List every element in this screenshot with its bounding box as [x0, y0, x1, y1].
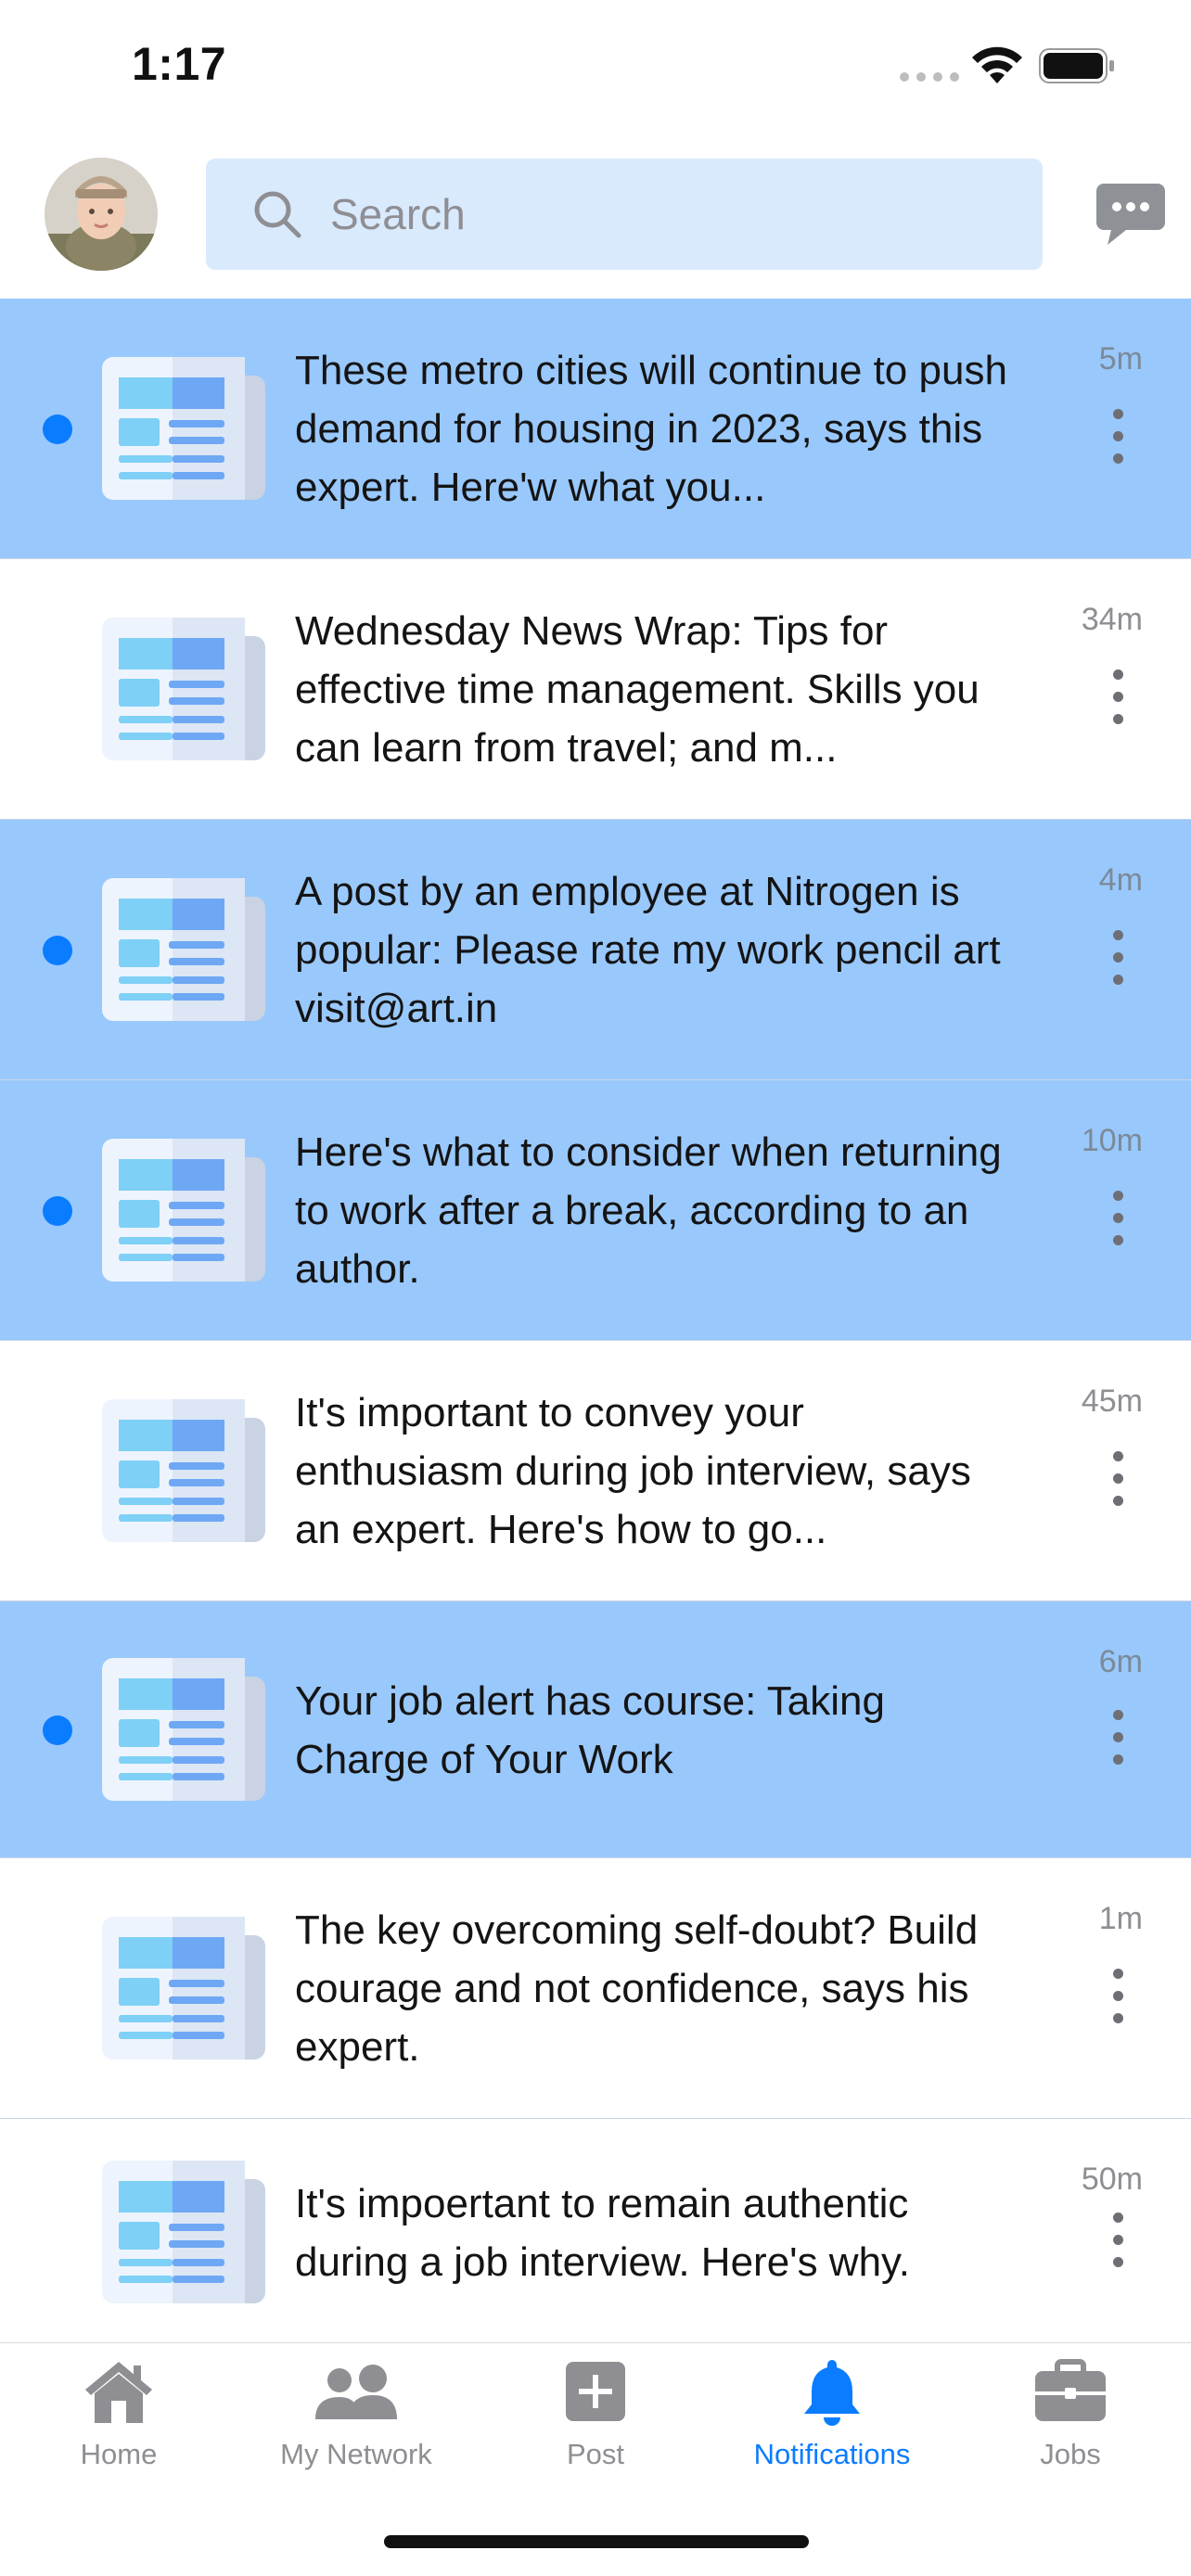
notification-time: 5m — [1098, 341, 1143, 376]
notification-item[interactable]: It's important to convey your enthusiasm… — [0, 1341, 1191, 1601]
notification-time: 1m — [1098, 1901, 1143, 1936]
notification-item[interactable]: Wednesday News Wrap: Tips for effective … — [0, 559, 1191, 820]
tab-notifications[interactable]: Notifications — [739, 2358, 925, 2471]
notification-item[interactable]: It's impoertant to remain authentic duri… — [0, 2119, 1191, 2347]
tab-jobs-label: Jobs — [1040, 2438, 1101, 2470]
more-options-icon[interactable] — [1104, 1968, 1132, 2028]
notifications-list: These metro cities will continue to push… — [0, 299, 1191, 2347]
notification-text-content: It's impoertant to remain authentic duri… — [295, 2181, 911, 2285]
notification-text-content: Wednesday News Wrap: Tips for effective … — [295, 608, 980, 771]
notification-text-content: It's important to convey your enthusiasm… — [295, 1390, 971, 1552]
notification-text: A post by an employee at Nitrogen is pop… — [295, 862, 1018, 1038]
home-icon — [85, 2362, 152, 2423]
top-bar — [0, 139, 1191, 299]
notification-item[interactable]: The key overcoming self-doubt? Build cou… — [0, 1858, 1191, 2119]
more-options-icon[interactable] — [1104, 929, 1132, 989]
notification-time: 50m — [1081, 2162, 1143, 2197]
tab-post-label: Post — [566, 2438, 625, 2470]
newspaper-icon — [98, 874, 269, 1027]
notification-item[interactable]: These metro cities will continue to push… — [0, 299, 1191, 559]
more-options-icon[interactable] — [1104, 1450, 1132, 1511]
unread-dot — [43, 935, 72, 965]
tab-jobs[interactable]: Jobs — [978, 2358, 1163, 2471]
search-input[interactable] — [330, 189, 1035, 239]
newspaper-icon — [98, 1913, 269, 2065]
tab-my-network-label: My Network — [280, 2438, 432, 2470]
newspaper-icon — [98, 2157, 269, 2309]
bell-icon — [804, 2360, 860, 2426]
status-bar: 1:17 — [0, 0, 1191, 139]
wifi-icon — [972, 46, 1022, 83]
tab-notifications-label: Notifications — [753, 2438, 911, 2470]
notification-text: The key overcoming self-doubt? Build cou… — [295, 1901, 1018, 2076]
notification-text: It's important to convey your enthusiasm… — [295, 1384, 1018, 1559]
notification-time: 6m — [1098, 1644, 1143, 1679]
tab-home[interactable]: Home — [26, 2358, 211, 2471]
tab-my-network[interactable]: My Network — [263, 2358, 449, 2471]
unread-dot — [43, 414, 72, 444]
newspaper-icon — [98, 1135, 269, 1287]
tab-home-label: Home — [80, 2438, 158, 2470]
newspaper-icon — [98, 1396, 269, 1548]
notification-item[interactable]: Here's what to consider when returning t… — [0, 1080, 1191, 1341]
search-bar[interactable] — [206, 159, 1043, 270]
notification-time: 10m — [1081, 1123, 1143, 1158]
cellular-signal-icon — [900, 72, 959, 82]
notification-text: These metro cities will continue to push… — [295, 341, 1018, 516]
notification-text: Wednesday News Wrap: Tips for effective … — [295, 602, 1018, 777]
notification-time: 45m — [1081, 1384, 1143, 1419]
home-indicator — [384, 2535, 809, 2548]
newspaper-icon — [98, 614, 269, 766]
notification-text-content: Here's what to consider when returning t… — [295, 1129, 1002, 1292]
status-time: 1:17 — [132, 38, 227, 90]
newspaper-icon — [98, 1654, 269, 1806]
more-options-icon[interactable] — [1104, 669, 1132, 729]
unread-dot — [43, 1195, 72, 1226]
plus-square-icon — [566, 2362, 625, 2421]
search-icon — [254, 191, 301, 238]
avatar-image — [45, 158, 158, 271]
more-options-icon[interactable] — [1104, 408, 1132, 468]
more-options-icon[interactable] — [1104, 1190, 1132, 1250]
notification-item[interactable]: A post by an employee at Nitrogen is pop… — [0, 820, 1191, 1080]
notification-time: 4m — [1098, 862, 1143, 898]
notification-text: Your job alert has course: Taking Charge… — [295, 1672, 1018, 1789]
avatar[interactable] — [45, 158, 158, 271]
more-options-icon[interactable] — [1104, 1709, 1132, 1769]
notification-text-content: A post by an employee at Nitrogen is pop… — [295, 869, 1001, 1031]
notification-time: 34m — [1081, 602, 1143, 637]
notification-text: Here's what to consider when returning t… — [295, 1123, 1018, 1298]
messages-icon[interactable] — [1095, 180, 1167, 249]
notification-text-content: Your job alert has course: Taking Charge… — [295, 1677, 885, 1782]
more-options-icon[interactable] — [1104, 2213, 1132, 2272]
newspaper-icon — [98, 353, 269, 505]
people-icon — [315, 2365, 397, 2419]
briefcase-icon — [1035, 2359, 1106, 2421]
notification-item[interactable]: Your job alert has course: Taking Charge… — [0, 1601, 1191, 1858]
notification-text-content: The key overcoming self-doubt? Build cou… — [295, 1907, 979, 2070]
tab-post[interactable]: Post — [503, 2358, 688, 2471]
battery-icon — [1039, 48, 1114, 83]
unread-dot — [43, 1715, 72, 1745]
notification-text: It's impoertant to remain authentic duri… — [295, 2174, 1018, 2291]
notification-text-content: These metro cities will continue to push… — [295, 348, 1007, 510]
